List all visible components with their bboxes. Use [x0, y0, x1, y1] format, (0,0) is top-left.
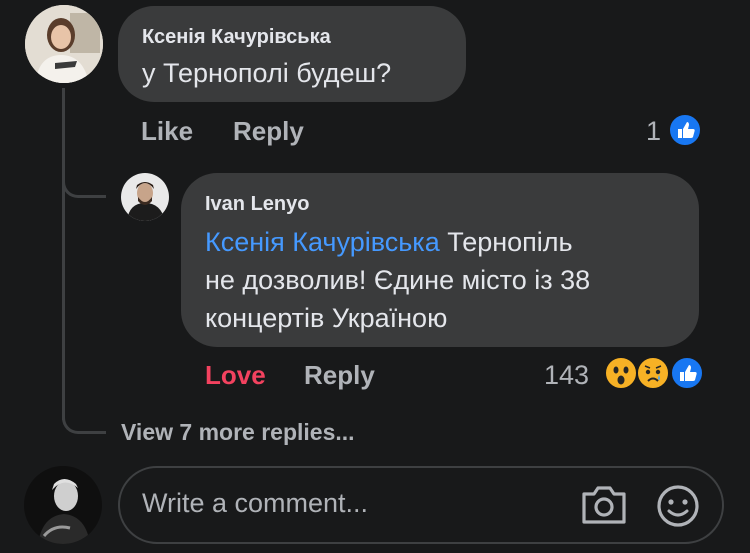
reply-button[interactable]: Reply: [233, 116, 304, 147]
view-more-replies[interactable]: View 7 more replies...: [121, 419, 355, 446]
thread-connector-view-more: [62, 396, 106, 434]
reply-author[interactable]: Ivan Lenyo: [205, 193, 309, 216]
sad-icon: [636, 356, 670, 390]
reply-text: Ксенія Качурівська Тернопіль не дозволив…: [205, 223, 685, 337]
reply-reactions[interactable]: [604, 356, 704, 392]
like-icon: [670, 356, 704, 390]
avatar-kseniia[interactable]: [25, 5, 103, 83]
like-button[interactable]: Like: [141, 116, 193, 147]
comment-text: у Тернополі будеш?: [142, 58, 392, 88]
comment-input[interactable]: Write a comment...: [142, 488, 368, 519]
reply-text-part: Тернопіль: [439, 227, 573, 257]
thread-line-vertical: [62, 88, 65, 420]
reaction-count[interactable]: 1: [646, 116, 661, 147]
mention-link[interactable]: Ксенія Качурівська: [205, 227, 440, 257]
thread-connector-reply: [62, 160, 106, 198]
reply-reaction-count[interactable]: 143: [544, 360, 589, 391]
reply-text-line1: Ксенія Качурівська Тернопіль: [205, 223, 685, 261]
love-button[interactable]: Love: [205, 360, 266, 391]
reply-text-line3: концертів Україною: [205, 303, 448, 333]
reply-reply-button[interactable]: Reply: [304, 360, 375, 391]
like-icon[interactable]: [668, 113, 702, 147]
reply-text-line2: не дозволив! Єдине місто із 38: [205, 265, 591, 295]
comment-author[interactable]: Ксенія Качурівська: [142, 26, 331, 49]
avatar-current-user[interactable]: [24, 466, 102, 544]
camera-icon[interactable]: [580, 482, 628, 526]
avatar-ivan[interactable]: [121, 173, 169, 221]
sticker-icon[interactable]: [655, 483, 701, 529]
wow-icon: [604, 356, 638, 390]
